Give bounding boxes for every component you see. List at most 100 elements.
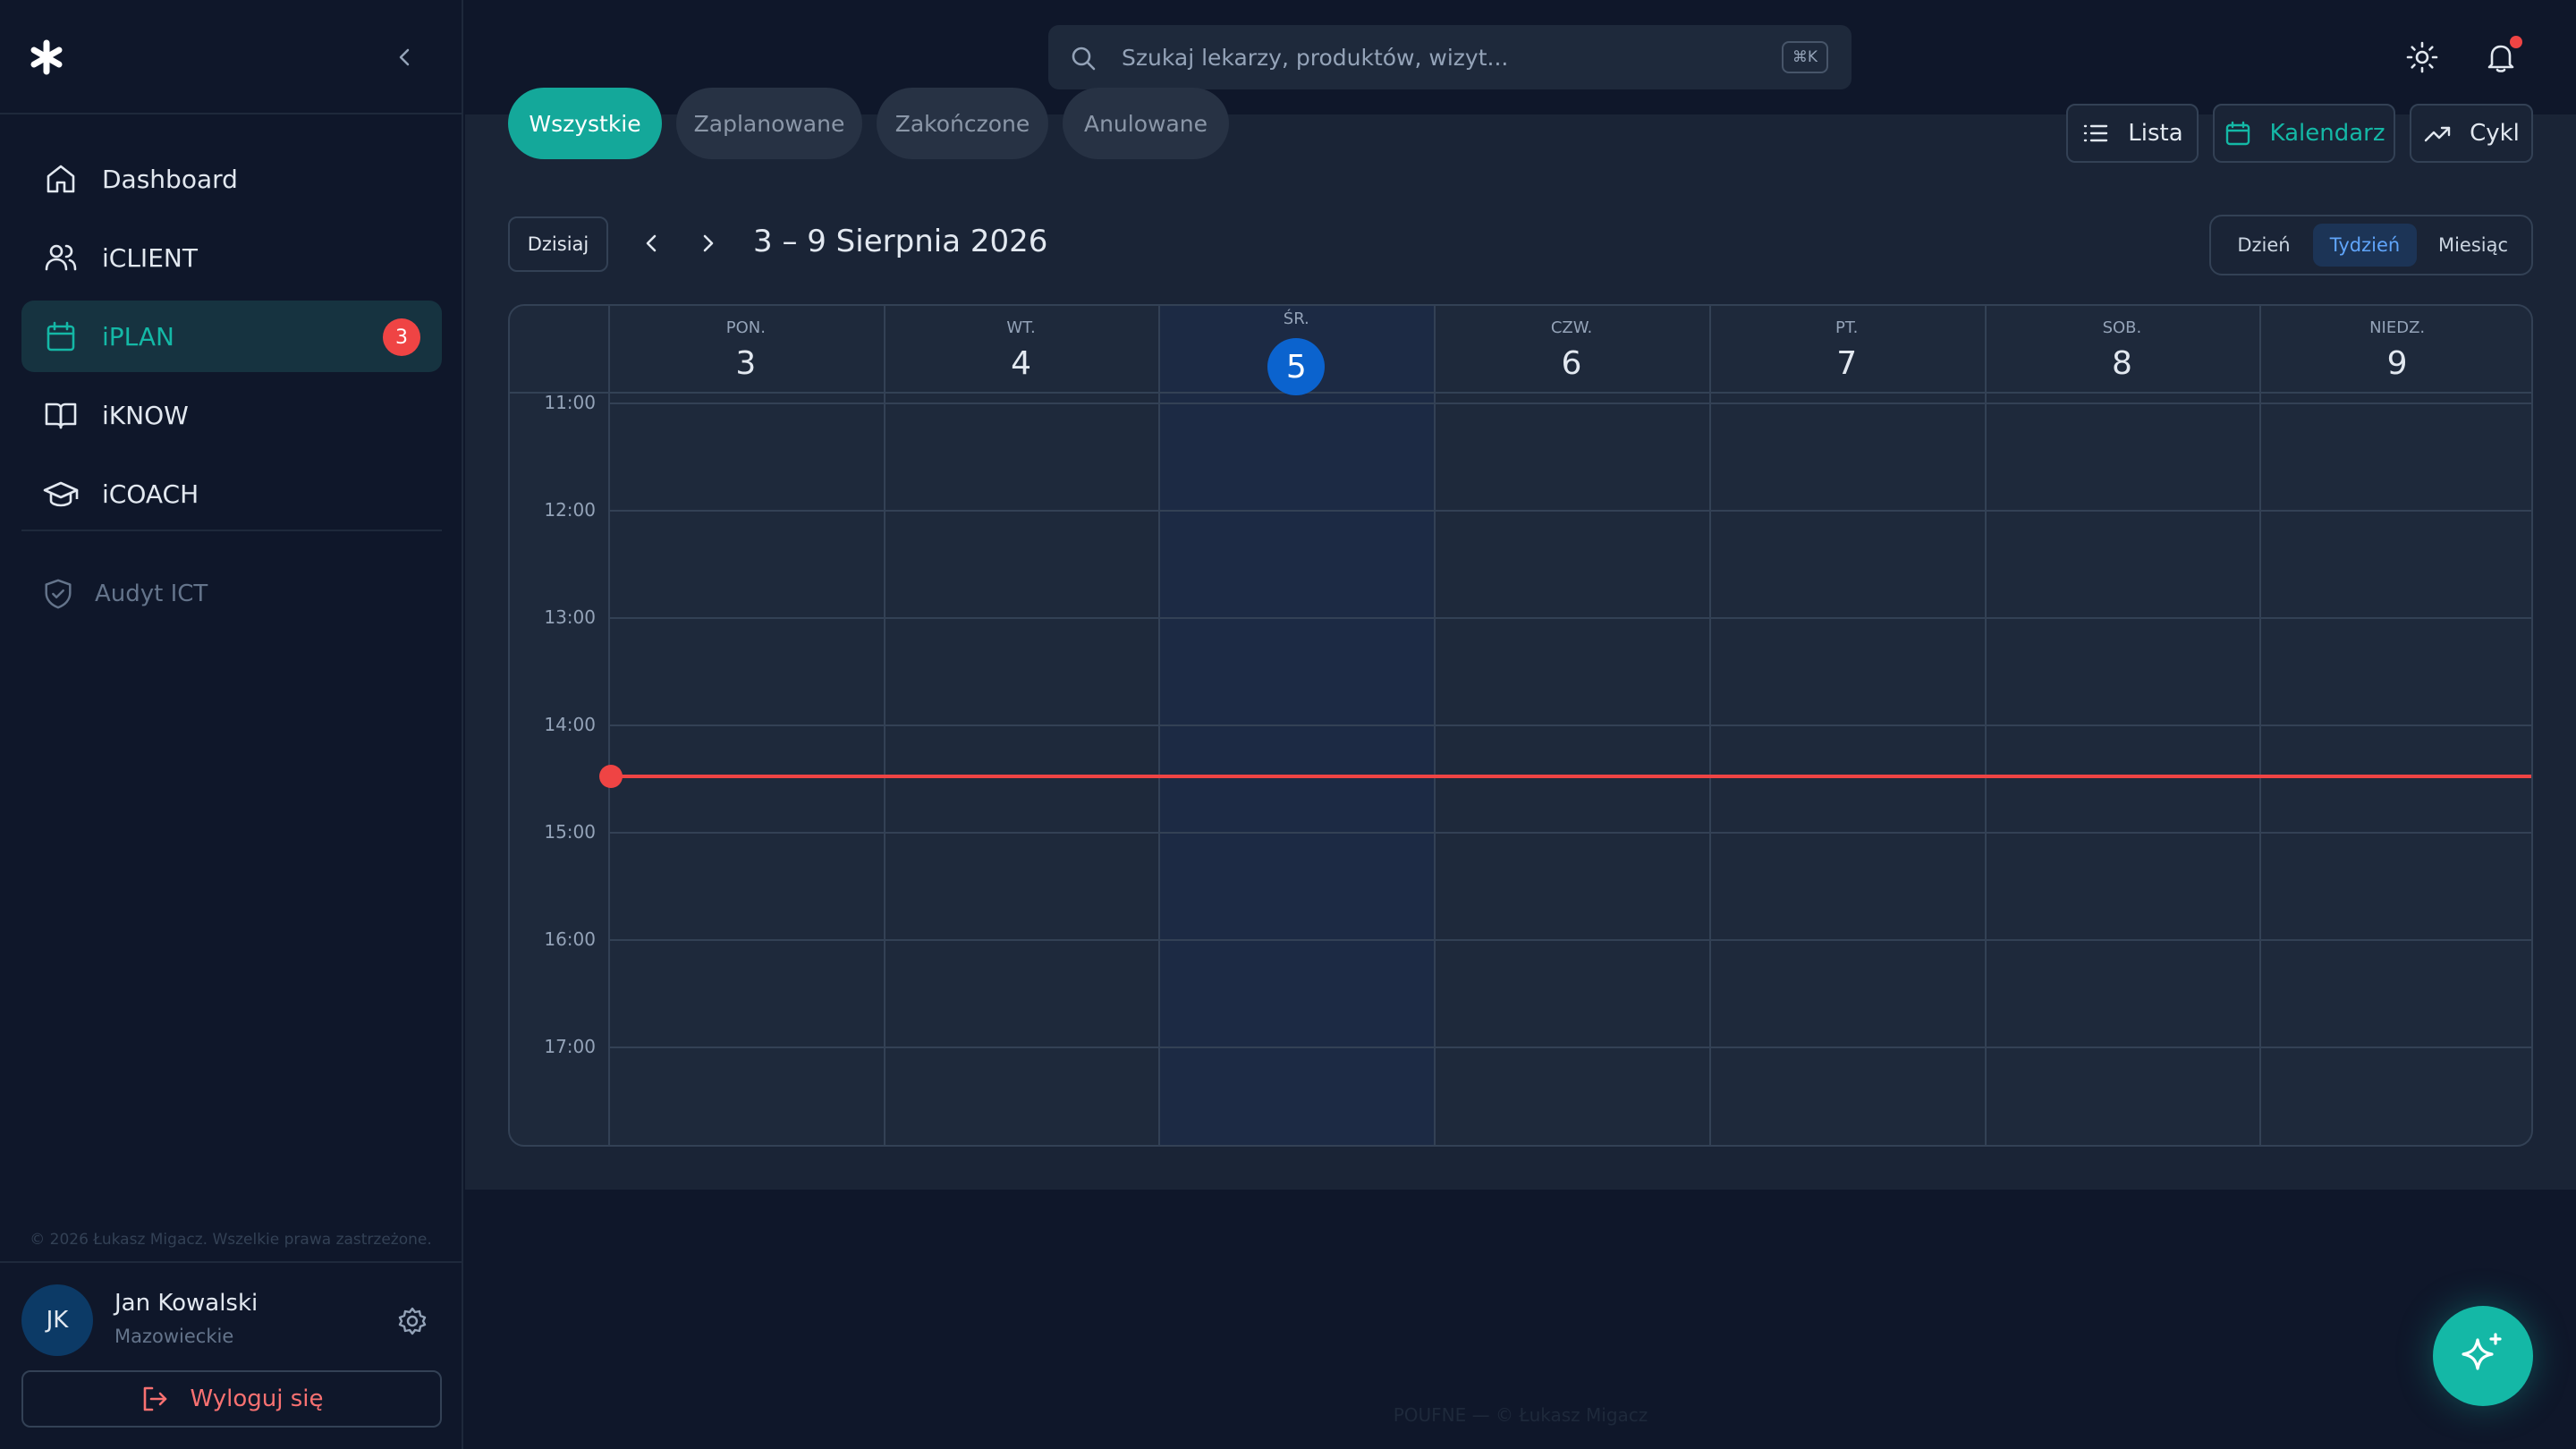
filter-completed[interactable]: Zakończone (877, 88, 1048, 159)
hour-gridline (608, 402, 2531, 404)
sidebar-item-label: iKNOW (102, 400, 189, 430)
search-icon (1072, 47, 1096, 71)
hour-label: 13:00 (544, 606, 596, 628)
day-number: 9 (2386, 345, 2408, 382)
week-calendar-grid[interactable]: PON. 3 WT. 4 ŚR. 5 CZW. 6 PT. 7 SOB. 8 NIEDZ. 9 11:00 1… (508, 304, 2533, 1147)
sidebar-item-label: iCLIENT (102, 242, 198, 273)
day-number: 6 (1561, 345, 1582, 382)
hour-gridline (608, 1046, 2531, 1048)
view-list-label: Lista (2128, 120, 2183, 147)
sidebar-nav: Dashboard iCLIENT iPLAN 3 iKNOW iCOACH (21, 143, 442, 537)
notification-dot (2510, 36, 2522, 48)
hour-label: 16:00 (544, 928, 596, 950)
sparkles-icon (2462, 1333, 2502, 1370)
mode-week-button[interactable]: Tydzień (2313, 224, 2417, 267)
hour-gridline (608, 832, 2531, 834)
user-region: Mazowieckie (114, 1326, 234, 1347)
users-icon (45, 244, 77, 271)
sidebar-item-label: Dashboard (102, 164, 238, 194)
date-range-title: 3 – 9 Sierpnia 2026 (753, 224, 1048, 259)
sidebar-header (0, 0, 462, 114)
logout-button[interactable]: Wyloguj się (21, 1370, 442, 1428)
day-name: PON. (725, 318, 766, 337)
gear-icon[interactable] (397, 1306, 428, 1336)
hour-label: 12:00 (544, 499, 596, 521)
hour-label: 14:00 (544, 714, 596, 735)
trending-up-icon (2424, 126, 2451, 142)
search-bar[interactable]: ⌘K (1048, 25, 1852, 89)
calendar-icon (47, 321, 75, 352)
shield-check-icon (45, 579, 72, 609)
chevron-left-icon[interactable] (637, 229, 665, 258)
copyright-text: © 2026 Łukasz Migacz. Wszelkie prawa zas… (30, 1231, 432, 1249)
view-cycle-button[interactable]: Cykl (2410, 104, 2533, 163)
day-header[interactable]: CZW. 6 (1434, 306, 1709, 392)
sidebar-item-audyt-ict[interactable]: Audyt ICT (21, 560, 442, 628)
today-button[interactable]: Dzisiaj (508, 216, 608, 272)
view-calendar-button[interactable]: Kalendarz (2213, 104, 2395, 163)
day-name: SOB. (2102, 318, 2142, 337)
logout-label: Wyloguj się (190, 1385, 324, 1412)
day-header[interactable]: NIEDZ. 9 (2259, 306, 2531, 392)
home-icon (47, 165, 75, 193)
today-day-number: 5 (1267, 338, 1326, 395)
view-cycle-label: Cykl (2470, 120, 2520, 147)
chevron-left-icon[interactable] (390, 43, 419, 72)
calendar-icon (2225, 121, 2250, 146)
sidebar-item-iknow[interactable]: iKNOW (21, 379, 442, 451)
sidebar-item-icoach[interactable]: iCOACH (21, 458, 442, 530)
day-number: 8 (2111, 345, 2132, 382)
day-number: 4 (1011, 345, 1031, 382)
logout-icon (144, 1386, 167, 1411)
list-icon (2084, 124, 2108, 142)
hour-gridline (608, 939, 2531, 941)
hour-label: 15:00 (544, 821, 596, 843)
day-header[interactable]: PT. 7 (1709, 306, 1985, 392)
day-name: PT. (1835, 318, 1859, 337)
view-list-button[interactable]: Lista (2066, 104, 2199, 163)
ai-assistant-button[interactable] (2433, 1306, 2533, 1406)
filter-all[interactable]: Wszystkie (508, 88, 662, 159)
sidebar-item-label: iPLAN (102, 321, 175, 352)
sidebar-item-dashboard[interactable]: Dashboard (21, 143, 442, 215)
chevron-right-icon[interactable] (694, 229, 723, 258)
day-header[interactable]: ŚR. 5 (1158, 306, 1434, 395)
hour-label: 11:00 (544, 392, 596, 413)
day-name: WT. (1006, 318, 1036, 337)
sidebar-item-iplan[interactable]: iPLAN 3 (21, 301, 442, 372)
mode-day-button[interactable]: Dzień (2218, 224, 2309, 267)
mode-month-button[interactable]: Miesiąc (2420, 224, 2526, 267)
day-name: ŚR. (1283, 309, 1309, 328)
day-name: NIEDZ. (2369, 318, 2426, 337)
sidebar-item-iclient[interactable]: iCLIENT (21, 222, 442, 293)
divider (0, 1261, 462, 1263)
current-time-dot (599, 765, 623, 788)
day-number: 3 (735, 345, 757, 382)
day-name: CZW. (1550, 318, 1593, 337)
filter-planned[interactable]: Zaplanowane (676, 88, 862, 159)
day-header[interactable]: PON. 3 (608, 306, 884, 392)
day-header[interactable]: WT. 4 (884, 306, 1159, 392)
book-icon (45, 402, 77, 429)
search-shortcut-hint: ⌘K (1782, 41, 1828, 73)
user-name: Jan Kowalski (114, 1290, 258, 1317)
page-footer: POUFNE — © Łukasz Migacz (1393, 1404, 1648, 1426)
view-calendar-label: Kalendarz (2269, 120, 2385, 147)
search-input[interactable] (1120, 38, 1746, 77)
sun-icon[interactable] (2406, 41, 2438, 73)
calendar-mode-switch: Dzień Tydzień Miesiąc (2209, 215, 2533, 275)
sidebar-item-label: iCOACH (102, 479, 199, 509)
notification-badge: 3 (383, 318, 420, 356)
divider (21, 530, 442, 531)
hour-gridline (608, 617, 2531, 619)
sidebar: Dashboard iCLIENT iPLAN 3 iKNOW iCOACH A… (0, 0, 463, 1449)
day-header[interactable]: SOB. 8 (1985, 306, 2260, 392)
filter-cancelled[interactable]: Anulowane (1063, 88, 1229, 159)
avatar[interactable]: JK (21, 1284, 93, 1356)
current-time-line (610, 775, 2531, 778)
hour-gridline (608, 510, 2531, 512)
sidebar-item-label: Audyt ICT (95, 580, 208, 607)
hour-gridline (608, 724, 2531, 726)
asterisk-logo-icon[interactable] (29, 39, 64, 75)
hour-label: 17:00 (544, 1036, 596, 1057)
